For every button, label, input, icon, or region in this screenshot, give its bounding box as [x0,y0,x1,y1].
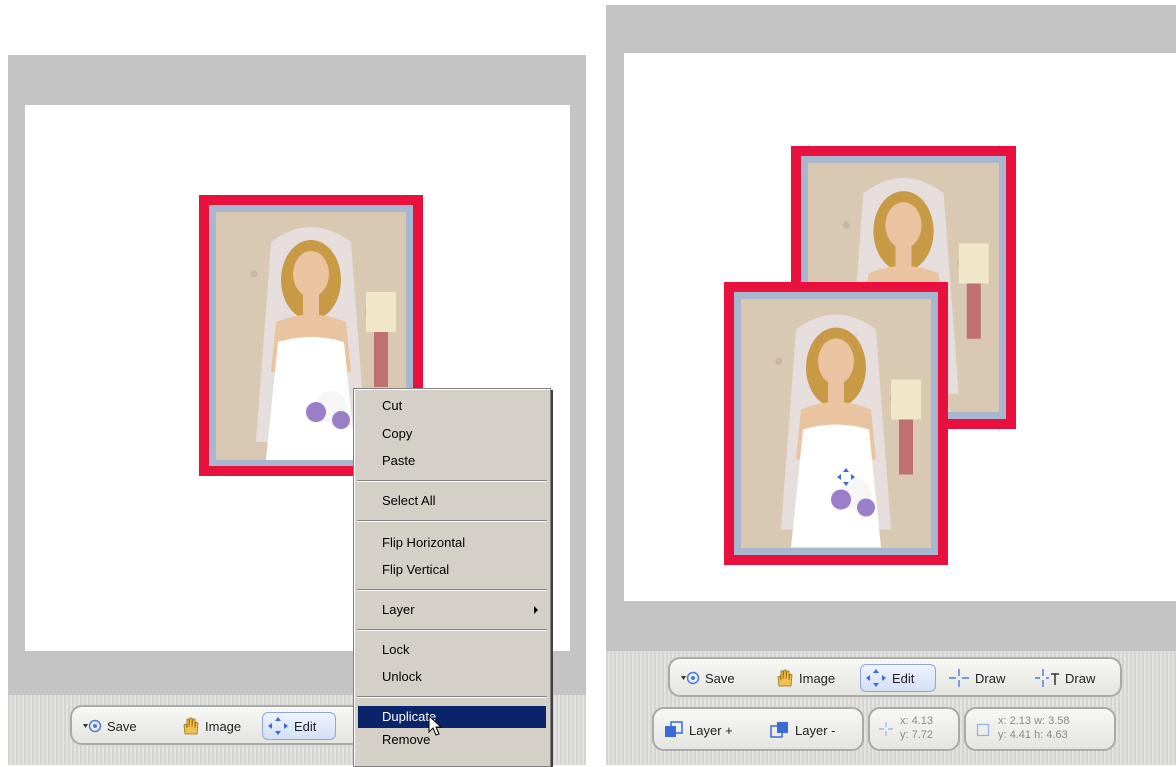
context-menu: Cut Copy Paste Select All Flip Horizonta… [353,388,551,767]
move-arrows-icon [268,717,288,735]
text-draw-button[interactable]: Draw [1030,664,1099,692]
menu-item-layer-label: Layer [382,602,415,617]
layer-down-button[interactable]: Layer - [766,716,839,744]
menu-item-paste[interactable]: Paste [358,450,546,472]
edit-label: Edit [892,670,915,686]
mouse-pointer-icon [428,715,443,736]
submenu-arrow-icon [534,606,538,614]
text-crosshair-icon [1035,669,1059,687]
selection-y-h: y: 4.41 h: 4.63 [998,729,1068,741]
menu-separator [357,480,547,482]
hand-icon [183,717,199,735]
save-disc-icon [681,671,700,685]
right-editor-panel: Save Image Edit Draw Draw Layer + Layer … [606,5,1176,765]
menu-separator [357,589,547,591]
menu-item-remove[interactable]: Remove [358,729,546,751]
menu-item-remove-label: Remove [382,732,431,747]
menu-item-paste-label: Paste [382,453,416,468]
image-button[interactable]: Image [176,712,245,740]
move-arrows-icon [866,669,886,687]
framed-photo-duplicate[interactable] [724,282,948,565]
edit-button[interactable]: Edit [860,664,936,692]
selection-box-icon [976,723,990,737]
menu-item-copy-label: Copy [382,426,413,441]
menu-item-lock-label: Lock [382,642,410,657]
save-button[interactable]: Save [676,664,739,692]
edit-label: Edit [294,718,317,734]
image-label: Image [205,718,242,734]
crosshair-icon [949,669,969,687]
image-button[interactable]: Image [770,664,839,692]
menu-item-flip-vertical-label: Flip Vertical [382,562,450,577]
layer-down-label: Layer - [795,722,836,738]
menu-separator [357,696,547,698]
hand-icon [777,669,793,687]
menu-item-cut-label: Cut [382,398,403,413]
menu-item-select-all[interactable]: Select All [358,490,546,512]
menu-item-flip-horizontal[interactable]: Flip Horizontal [358,532,546,554]
menu-item-flip-vertical[interactable]: Flip Vertical [358,559,546,581]
position-readout: x: 4.13 y: 7.72 [868,707,960,751]
menu-item-layer[interactable]: Layer [358,599,546,621]
selection-x-w: x: 2.13 w: 3.58 [998,715,1070,727]
left-tool-group: Save Image Edit [70,705,370,745]
position-y: y: 7.72 [900,729,934,741]
layer-forward-icon [665,721,683,737]
text-draw-label: Draw [1065,670,1096,686]
menu-separator [357,629,547,631]
right-tool-group: Save Image Edit Draw Draw [668,657,1122,697]
layer-tool-group: Layer + Layer - [652,707,864,751]
menu-item-cut[interactable]: Cut [358,395,546,417]
layer-up-button[interactable]: Layer + [660,716,737,744]
menu-separator [357,520,547,522]
position-x: x: 4.13 [900,715,934,727]
save-button[interactable]: Save [78,712,141,740]
menu-item-copy[interactable]: Copy [358,423,546,445]
selection-readout: x: 2.13 w: 3.58 y: 4.41 h: 4.63 [964,707,1116,751]
image-label: Image [799,670,836,686]
position-crosshair-icon [879,722,893,736]
draw-button[interactable]: Draw [944,664,1009,692]
layer-up-label: Layer + [689,722,733,738]
bride-photo [741,299,931,548]
menu-item-unlock[interactable]: Unlock [358,666,546,688]
bride-illustration [781,314,921,548]
menu-item-select-all-label: Select All [382,493,436,508]
menu-item-lock[interactable]: Lock [358,639,546,661]
save-label: Save [107,718,137,734]
menu-item-flip-horizontal-label: Flip Horizontal [382,535,466,550]
layer-backward-icon [770,722,788,738]
menu-item-unlock-label: Unlock [382,669,422,684]
edit-button[interactable]: Edit [262,712,336,740]
save-label: Save [705,670,735,686]
menu-item-duplicate[interactable]: Duplicate [358,706,546,728]
move-handle-icon[interactable] [835,466,857,488]
save-disc-icon [83,719,102,733]
draw-label: Draw [975,670,1006,686]
